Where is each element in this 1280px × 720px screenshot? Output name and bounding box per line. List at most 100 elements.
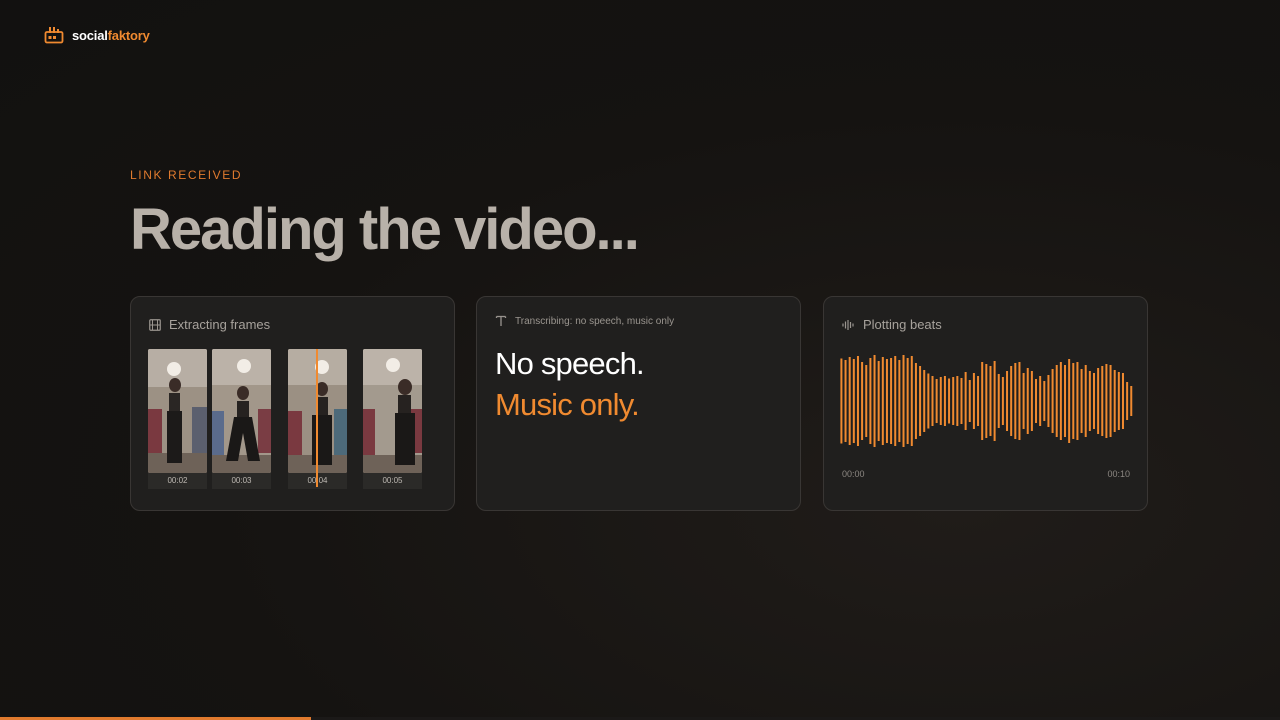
- waveform-bar: [939, 377, 942, 425]
- waveform-bar: [989, 366, 992, 436]
- frames-card-header: Extracting frames: [149, 317, 270, 332]
- waveform-bar: [931, 376, 934, 426]
- waveform-bar: [1026, 368, 1029, 434]
- waveform-bar: [865, 365, 868, 437]
- waveform-bar: [1043, 381, 1046, 421]
- waveform-bar: [873, 355, 876, 447]
- frame-timestamp: 00:03: [212, 473, 271, 489]
- waveform-bar: [968, 380, 971, 422]
- waveform-bar: [952, 377, 955, 425]
- waveform-bar: [1068, 359, 1071, 443]
- waveform-end-time: 00:10: [1107, 469, 1130, 479]
- status-eyebrow: LINK RECEIVED: [130, 168, 243, 182]
- waveform-bar: [919, 366, 922, 436]
- waveform-bar: [1076, 362, 1079, 440]
- waveform-bar: [877, 361, 880, 441]
- frame-playhead[interactable]: [316, 349, 318, 487]
- waveform-bar: [935, 379, 938, 423]
- waveform-bar: [910, 356, 913, 446]
- waveform-bar: [1092, 373, 1095, 429]
- waveform-start-time: 00:00: [842, 469, 865, 479]
- waveform-bar: [943, 376, 946, 426]
- waveform-bar: [1101, 366, 1104, 436]
- beats-card: Plotting beats 00:00 00:10: [823, 296, 1148, 511]
- waveform-bar: [1001, 377, 1004, 425]
- frame-image: [212, 349, 271, 473]
- waveform-bar: [993, 361, 996, 441]
- waveform-bar: [840, 358, 843, 444]
- waveform-bar: [1113, 370, 1116, 432]
- waveform-bar: [869, 358, 872, 444]
- brand-logo[interactable]: socialfaktory: [44, 26, 150, 44]
- waveform-bar: [885, 359, 888, 443]
- beat-waveform: [840, 355, 1133, 447]
- frame-image: [148, 349, 207, 473]
- transcript-result: No speech. Music only.: [495, 343, 645, 425]
- waveform-bar: [972, 373, 975, 429]
- film-icon: [149, 318, 161, 331]
- waveform-bar: [997, 374, 1000, 428]
- waveform-bar: [1051, 369, 1054, 433]
- waveform-bar: [977, 376, 980, 426]
- frame-thumbnail[interactable]: [148, 349, 207, 473]
- waveform-bar: [1080, 369, 1083, 433]
- waveform-bar: [1126, 382, 1129, 420]
- waveform-bar: [981, 362, 984, 440]
- frame-timestamp: 00:02: [148, 473, 207, 489]
- frame-thumbnail[interactable]: [212, 349, 271, 473]
- waveform-icon: [842, 319, 854, 330]
- frame-strip: 00:0200:0300:0400:05: [148, 349, 438, 489]
- brand-name: socialfaktory: [72, 28, 150, 43]
- frame-timestamp: 00:05: [363, 473, 422, 489]
- waveform-bar: [906, 358, 909, 444]
- frame-image: [363, 349, 422, 473]
- waveform-bar: [902, 355, 905, 447]
- beats-card-title: Plotting beats: [863, 317, 942, 332]
- waveform-bar: [898, 360, 901, 442]
- waveform-bar: [852, 359, 855, 443]
- waveform-bar: [914, 363, 917, 439]
- frames-card-title: Extracting frames: [169, 317, 271, 332]
- waveform-bar: [1055, 365, 1058, 437]
- waveform-bar: [1010, 366, 1013, 436]
- waveform-bar: [1088, 371, 1091, 431]
- waveform-bar: [927, 373, 930, 429]
- transcript-line-1: No speech.: [495, 346, 645, 381]
- waveform-bar: [960, 378, 963, 424]
- waveform-bar: [1109, 365, 1112, 437]
- page-title: Reading the video...: [130, 197, 640, 262]
- waveform-bar: [1121, 373, 1124, 429]
- waveform-bar: [1022, 373, 1025, 429]
- factory-icon: [44, 27, 64, 44]
- waveform-bar: [1084, 365, 1087, 437]
- waveform-bar: [964, 372, 967, 430]
- waveform-bar: [985, 364, 988, 438]
- waveform-bar: [1018, 362, 1021, 440]
- transcript-line-2: Music only.: [495, 387, 640, 422]
- waveform-bar: [956, 376, 959, 426]
- waveform-bar: [894, 356, 897, 446]
- transcript-card: Transcribing: no speech, music only No s…: [476, 296, 801, 511]
- beats-card-header: Plotting beats: [842, 317, 942, 332]
- waveform-bar: [848, 357, 851, 445]
- waveform-bar: [1030, 371, 1033, 431]
- waveform-bar: [1097, 368, 1100, 434]
- waveform-bar: [1130, 386, 1133, 416]
- frames-card: Extracting frames 00:0200:0300:0400:05: [130, 296, 455, 511]
- waveform-bar: [1014, 363, 1017, 439]
- waveform-bar: [948, 378, 951, 424]
- waveform-bar: [890, 358, 893, 444]
- waveform-bar: [923, 370, 926, 432]
- waveform-bar: [1039, 376, 1042, 426]
- waveform-bar: [856, 356, 859, 446]
- waveform-bar: [1064, 365, 1067, 437]
- text-icon: [495, 315, 507, 326]
- frame-thumbnail[interactable]: [363, 349, 422, 473]
- transcript-card-header: Transcribing: no speech, music only: [495, 315, 674, 327]
- waveform-bar: [844, 360, 847, 442]
- waveform-bar: [1059, 362, 1062, 440]
- brand-name-part1: social: [72, 27, 108, 43]
- waveform-bar: [1117, 372, 1120, 430]
- waveform-bar: [1047, 375, 1050, 427]
- waveform-bar: [1105, 364, 1108, 438]
